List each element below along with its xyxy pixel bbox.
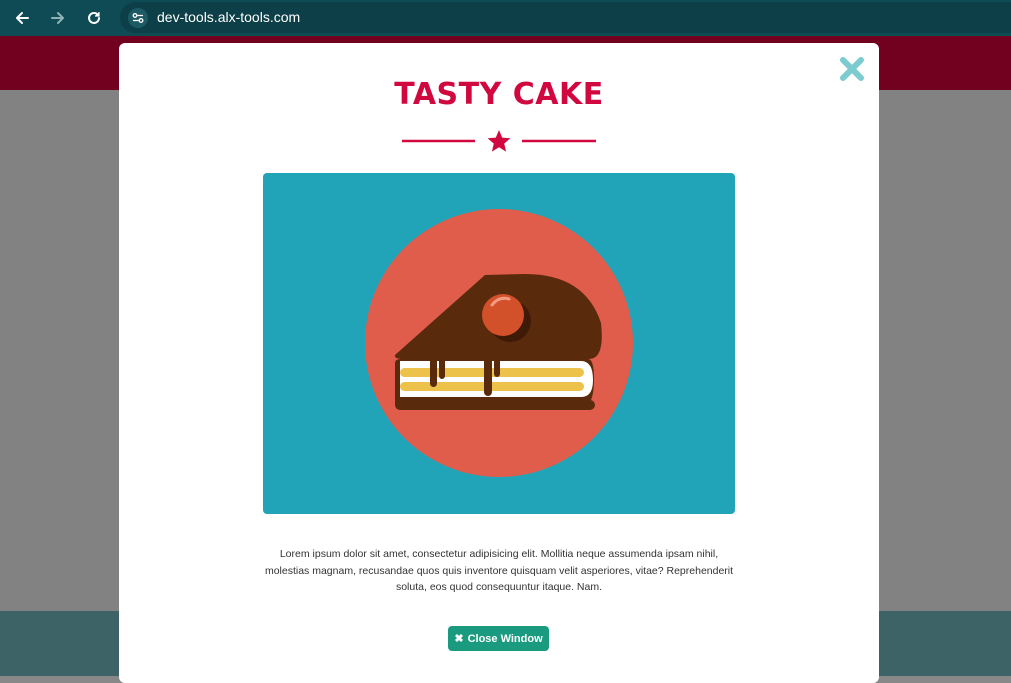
reload-icon[interactable] [82, 7, 106, 29]
cake-image [263, 173, 735, 514]
site-settings-icon[interactable] [128, 8, 148, 28]
modal-dialog: TASTY CAKE Lorem ipsum dolor sit amet, c… [119, 43, 879, 683]
title-divider [402, 129, 596, 153]
star-icon [487, 130, 511, 152]
close-icon: ✖ [454, 633, 464, 645]
close-window-label: Close Window [467, 632, 543, 645]
address-text[interactable]: dev-tools.alx-tools.com [157, 9, 300, 25]
modal-description: Lorem ipsum dolor sit amet, consectetur … [264, 548, 734, 593]
cake-illustration [365, 209, 633, 477]
browser-toolbar: dev-tools.alx-tools.com [0, 0, 1011, 36]
modal-title: TASTY CAKE [394, 77, 604, 112]
forward-arrow-icon[interactable] [46, 7, 70, 29]
back-arrow-icon[interactable] [10, 7, 34, 29]
close-window-button[interactable]: ✖ Close Window [448, 626, 549, 651]
